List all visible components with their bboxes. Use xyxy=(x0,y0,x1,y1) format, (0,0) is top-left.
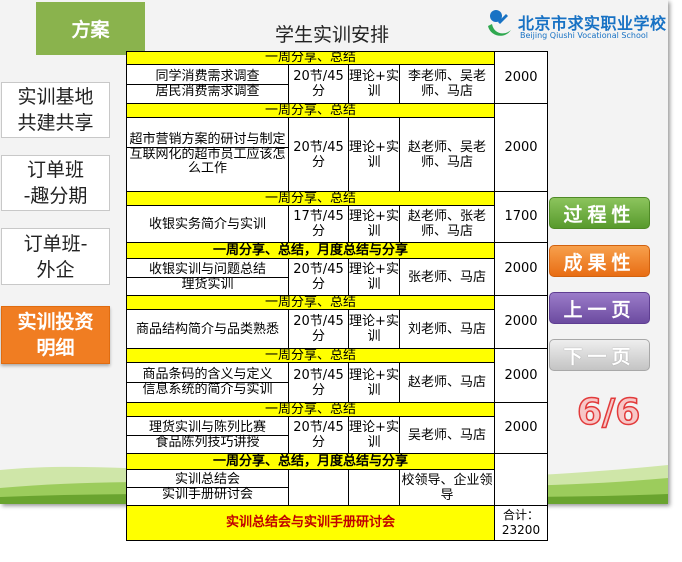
nav-label: 实训投资 明细 xyxy=(17,311,94,359)
hours-cell: 20节/45分 xyxy=(288,416,349,454)
nav-investment-detail[interactable]: 实训投资 明细 xyxy=(1,306,110,364)
prev-page-button[interactable]: 上一页 xyxy=(549,292,650,324)
teachers-cell: 刘老师、马店 xyxy=(399,309,495,349)
type-cell xyxy=(348,469,400,506)
nav-label: 实训基地 共建共享 xyxy=(17,86,94,134)
cost-cell: 2000 xyxy=(494,295,548,349)
course-item: 商品条码的含义与定义 xyxy=(142,367,273,382)
page-title: 学生实训安排 xyxy=(274,24,389,46)
teachers-cell: 吴老师、马店 xyxy=(399,416,495,454)
hours-cell: 20节/45分 xyxy=(288,309,349,349)
type-cell: 理论+实训 xyxy=(348,258,400,296)
weekly-summary-row: 一周分享、总结 xyxy=(126,402,495,417)
weekly-summary-row: 一周分享、总结 xyxy=(126,103,495,118)
type-cell: 理论+实训 xyxy=(348,64,400,104)
course-items: 收银实训与问题总结 理货实训 xyxy=(126,258,289,296)
nav-order-class-foreign[interactable]: 订单班- 外企 xyxy=(1,228,110,285)
type-cell: 理论+实训 xyxy=(348,362,400,403)
course-item: 理货实训 xyxy=(127,276,288,292)
page-indicator: 6/6 xyxy=(576,391,641,434)
school-emblem-icon xyxy=(488,10,511,36)
weekly-summary-row: 一周分享、总结 xyxy=(126,51,495,65)
teachers-cell: 赵老师、马店 xyxy=(399,362,495,403)
hours-cell: 20节/45分 xyxy=(288,258,349,296)
type-cell: 理论+实训 xyxy=(348,117,400,192)
course-item: 同学消费需求调查 xyxy=(155,68,260,84)
schedule-table: 一周分享、总结 2000 同学消费需求调查 居民消费需求调查 20节/45分 理论+… xyxy=(126,51,548,541)
cost-cell xyxy=(494,453,548,506)
weekly-summary-row: 一周分享、总结 xyxy=(126,295,495,310)
result-button[interactable]: 成果性 xyxy=(549,245,650,277)
hours-cell xyxy=(288,469,349,506)
weekly-summary-row: 一周分享、总结 xyxy=(126,348,495,363)
weekly-summary-row: 一周分享、总结 xyxy=(126,191,495,206)
section-tab[interactable]: 方案 xyxy=(36,2,145,55)
course-items: 实训总结会 实训手册研讨会 xyxy=(126,469,289,506)
nav-shared-base[interactable]: 实训基地 共建共享 xyxy=(1,82,110,138)
cost-cell: 2000 xyxy=(494,51,548,104)
nav-order-class-qufenqi[interactable]: 订单班 -趣分期 xyxy=(1,155,110,211)
type-cell: 理论+实训 xyxy=(348,309,400,349)
course-item: 超市营销方案的研讨与制定 xyxy=(129,132,286,147)
course-item: 理货实训与陈列比赛 xyxy=(148,419,266,435)
school-name-english: Beijing Qiushi Vocational School xyxy=(520,31,648,40)
course-items: 理货实训与陈列比赛 食品陈列技巧讲授 xyxy=(126,416,289,454)
teachers-cell: 张老师、马店 xyxy=(399,258,495,296)
summary-meeting-label: 实训总结会与实训手册研讨会 xyxy=(126,505,495,541)
course-item: 食品陈列技巧讲授 xyxy=(127,434,288,450)
next-page-button[interactable]: 下一页 xyxy=(549,339,650,371)
hours-cell: 20节/45分 xyxy=(288,64,349,104)
hours-cell: 17节/45分 xyxy=(288,205,349,243)
teachers-cell: 李老师、吴老师、马店 xyxy=(399,64,495,104)
nav-label: 订单班- 外企 xyxy=(23,232,88,281)
monthly-summary-row: 一周分享、总结，月度总结与分享 xyxy=(126,242,495,259)
teachers-cell: 赵老师、吴老师、马店 xyxy=(399,117,495,192)
course-item: 收银实训与问题总结 xyxy=(148,261,266,277)
process-button[interactable]: 过程性 xyxy=(549,197,650,229)
course-item: 实训手册研讨会 xyxy=(127,487,288,502)
teachers-cell: 校领导、企业领导 xyxy=(399,469,495,506)
course-item: 实训总结会 xyxy=(174,472,240,487)
cost-cell: 2000 xyxy=(494,402,548,454)
course-item: 互联网化的超市员工应该怎么工作 xyxy=(127,147,288,176)
hours-cell: 20节/45分 xyxy=(288,362,349,403)
course-item: 居民消费需求调查 xyxy=(127,83,288,99)
school-logo: 北京市求实职业学校 Beijing Qiushi Vocational Scho… xyxy=(484,6,668,44)
cost-cell: 1700 xyxy=(494,191,548,243)
teachers-cell: 赵老师、张老师、马店 xyxy=(399,205,495,243)
course-item: 商品结构简介与品类熟悉 xyxy=(126,309,289,349)
total-cost: 合计：23200 xyxy=(494,505,548,541)
type-cell: 理论+实训 xyxy=(348,205,400,243)
course-items: 同学消费需求调查 居民消费需求调查 xyxy=(126,64,289,104)
cost-cell: 2000 xyxy=(494,348,548,403)
cost-cell: 2000 xyxy=(494,103,548,192)
course-item: 收银实务简介与实训 xyxy=(126,205,289,243)
type-cell: 理论+实训 xyxy=(348,416,400,454)
hours-cell: 20节/45分 xyxy=(288,117,349,192)
course-items: 商品条码的含义与定义 信息系统的简介与实训 xyxy=(126,362,289,403)
monthly-summary-row: 一周分享、总结，月度总结与分享 xyxy=(126,453,495,470)
course-items: 超市营销方案的研讨与制定 互联网化的超市员工应该怎么工作 xyxy=(126,117,289,192)
course-item: 信息系统的简介与实训 xyxy=(127,382,288,397)
cost-cell: 2000 xyxy=(494,242,548,296)
nav-label: 订单班 -趣分期 xyxy=(23,159,88,207)
